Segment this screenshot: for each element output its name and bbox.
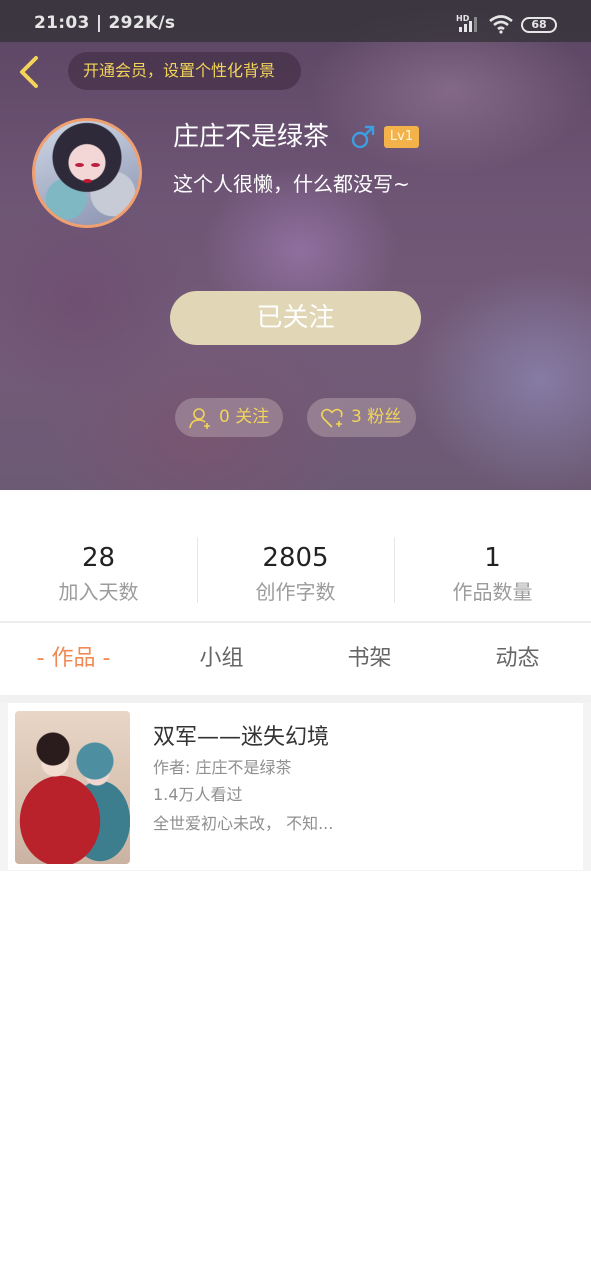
heart-icon bbox=[321, 408, 343, 428]
work-card[interactable]: 双军——迷失幻境 作者: 庄庄不是绿茶 1.4万人看过 全世爱初心未改， 不知.… bbox=[8, 703, 583, 870]
stat-value: 28 bbox=[81, 543, 116, 573]
user-bio: 这个人很懒，什么都没写~ bbox=[173, 172, 410, 196]
avatar-detail bbox=[83, 179, 92, 183]
work-title: 双军——迷失幻境 bbox=[153, 725, 330, 750]
section-divider bbox=[0, 695, 591, 703]
vip-background-prompt[interactable]: 开通会员，设置个性化背景 bbox=[68, 52, 301, 90]
fans-label: 3 粉丝 bbox=[351, 407, 402, 427]
avatar-detail bbox=[75, 163, 84, 167]
tab-bookshelf[interactable]: 书架 bbox=[296, 623, 443, 695]
profile-tabs: - 作品 - 小组 书架 动态 bbox=[0, 623, 591, 695]
avatar-detail bbox=[91, 163, 100, 167]
status-time: 21:03 | 292K/s bbox=[34, 13, 176, 33]
stat-value: 1 bbox=[484, 543, 501, 573]
fans-count-button[interactable]: 3 粉丝 bbox=[307, 398, 416, 437]
back-arrow-icon[interactable] bbox=[14, 52, 46, 92]
following-label: 0 关注 bbox=[219, 407, 270, 427]
wifi-icon bbox=[489, 15, 513, 34]
follow-button[interactable]: 已关注 bbox=[170, 291, 421, 345]
avatar[interactable] bbox=[32, 118, 142, 228]
profile-header-background: 21:03 | 292K/s HD 68 开通会员，设置个性化背景 庄庄不是绿茶… bbox=[0, 0, 591, 490]
tab-works[interactable]: - 作品 - bbox=[0, 623, 147, 695]
stat-days-joined: 28 加入天数 bbox=[0, 520, 197, 608]
tab-activity[interactable]: 动态 bbox=[444, 623, 591, 695]
stat-label: 加入天数 bbox=[58, 580, 139, 604]
work-views: 1.4万人看过 bbox=[153, 785, 243, 804]
work-author: 作者: 庄庄不是绿茶 bbox=[153, 758, 292, 777]
work-cover-image[interactable] bbox=[15, 711, 130, 864]
following-count-button[interactable]: 0 关注 bbox=[175, 398, 283, 437]
signal-icon bbox=[459, 17, 477, 32]
stat-word-count: 2805 创作字数 bbox=[197, 520, 394, 608]
stat-value: 2805 bbox=[262, 543, 329, 573]
stat-works-count: 1 作品数量 bbox=[394, 520, 591, 608]
battery-icon: 68 bbox=[521, 17, 557, 33]
tab-groups[interactable]: 小组 bbox=[148, 623, 295, 695]
add-user-icon bbox=[189, 408, 210, 429]
level-badge: Lv1 bbox=[384, 126, 419, 148]
stat-label: 作品数量 bbox=[452, 580, 533, 604]
work-description: 全世爱初心未改， 不知... bbox=[153, 814, 334, 833]
status-bar: 21:03 | 292K/s HD 68 bbox=[0, 0, 591, 42]
profile-stats: 28 加入天数 2805 创作字数 1 作品数量 bbox=[0, 520, 591, 620]
male-gender-icon bbox=[351, 125, 375, 149]
username: 庄庄不是绿茶 bbox=[173, 122, 330, 152]
stat-label: 创作字数 bbox=[255, 580, 336, 604]
